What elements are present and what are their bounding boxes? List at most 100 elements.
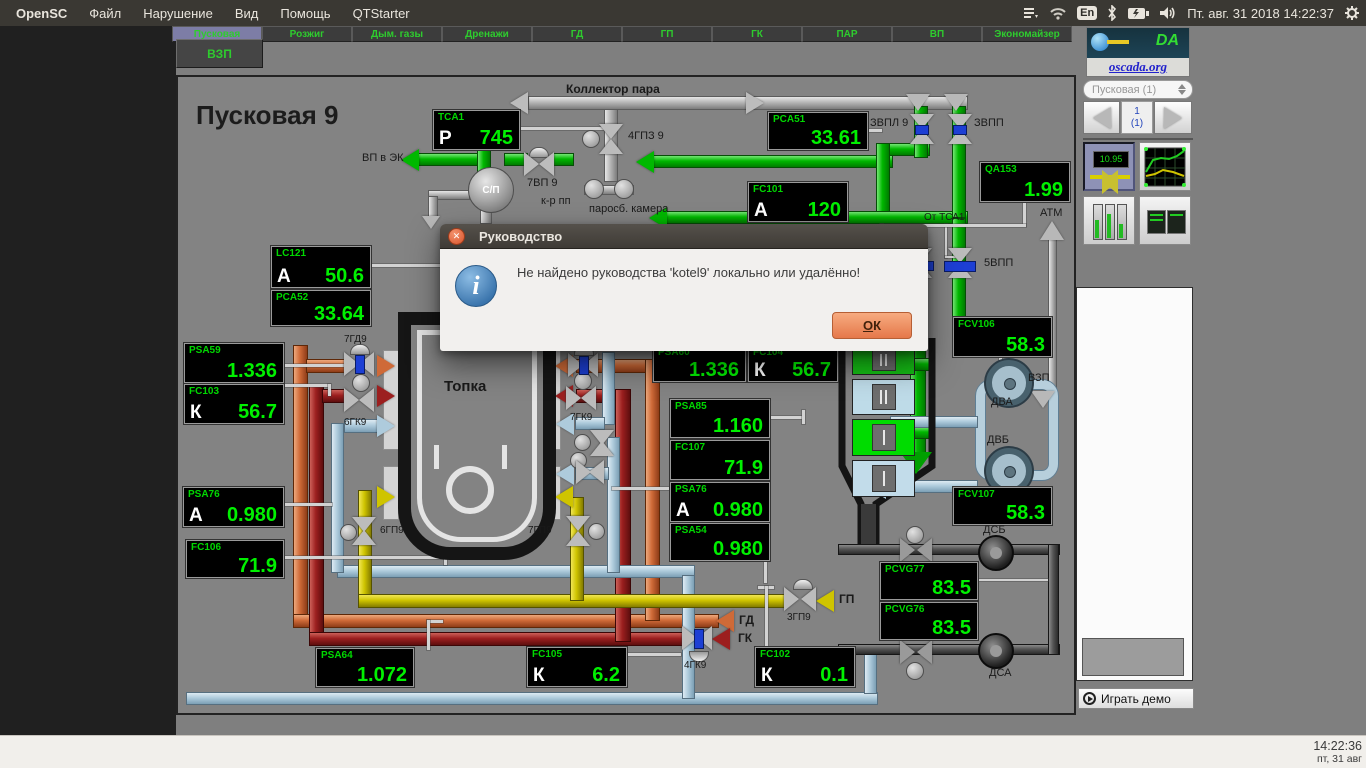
link-pcvg77 [978, 579, 1048, 581]
instrument-value: 71.9 [238, 556, 277, 576]
volume-icon[interactable] [1159, 6, 1177, 20]
paros-ball-1 [584, 179, 604, 199]
close-icon[interactable]: ✕ [448, 228, 465, 245]
tab-vzp[interactable]: ВЗП [176, 39, 263, 68]
instrument-psa59[interactable]: PSA59 1.336 [184, 343, 284, 383]
page-total: (1) [1131, 118, 1143, 130]
instrument-mode: А [189, 506, 203, 525]
instrument-psa54[interactable]: PSA54 0.980 [670, 523, 770, 561]
ok-button[interactable]: ОК [832, 312, 912, 339]
valve-6gk9-icon [344, 388, 374, 412]
instrument-tag: LC121 [276, 248, 306, 259]
instrument-value: 33.64 [314, 304, 364, 324]
instrument-fc102[interactable]: FC102 К0.1 [755, 647, 855, 687]
link-fc102 [765, 586, 768, 647]
valve-5vpp-label: 5ВПП [984, 257, 1013, 269]
instrument-fc103[interactable]: FC103 К56.7 [184, 384, 284, 424]
play-demo-button[interactable]: Играть демо [1078, 688, 1194, 709]
tab-gd[interactable]: ГД [532, 26, 622, 42]
scheme-selector[interactable]: Пусковая (1) [1083, 80, 1193, 99]
air-valve-icon [590, 430, 610, 456]
tab-rozzhig[interactable]: Розжиг [262, 26, 352, 42]
spin-up-icon[interactable] [1178, 84, 1186, 89]
tool-panels-button[interactable] [1139, 196, 1191, 245]
instrument-fc106[interactable]: FC106 71.9 [186, 540, 284, 578]
tab-ekonomayzer[interactable]: Экономайзер [982, 26, 1072, 42]
gauge-bar-icon [1093, 204, 1103, 240]
battery-icon[interactable] [1127, 7, 1149, 20]
valve-4gk9-label: 4ГК9 [684, 660, 706, 671]
wifi-icon[interactable] [1049, 6, 1067, 20]
taskbar-date: пт, 31 авг [1313, 753, 1362, 765]
spin-down-icon[interactable] [1178, 90, 1186, 95]
tab-vp[interactable]: ВП [892, 26, 982, 42]
pipe-gd [645, 359, 660, 621]
tab-par[interactable]: ПАР [802, 26, 892, 42]
instrument-psa64[interactable]: PSA64 1.072 [316, 648, 414, 687]
arrow-air-furnace-left [377, 415, 395, 437]
logo-da-text: DA [1156, 32, 1179, 50]
pipe-green [418, 153, 480, 166]
menu-help[interactable]: Помощь [280, 6, 330, 21]
keyboard-layout-indicator[interactable]: En [1077, 6, 1097, 20]
valve-7gk9-label: 7ГК9 [570, 412, 592, 423]
tab-dym-gazy[interactable]: Дым. газы [352, 26, 442, 42]
instrument-fcv106[interactable]: FCV106 58.3 [953, 317, 1052, 357]
instrument-fc101[interactable]: FC101 А120 [748, 182, 848, 222]
link-psa64 [427, 620, 430, 650]
instrument-value: 71.9 [724, 458, 763, 478]
instrument-value: 1.99 [1024, 180, 1063, 200]
instrument-value: 6.2 [592, 665, 620, 685]
instrument-pcvg76[interactable]: PCVG76 83.5 [880, 602, 978, 640]
tab-drenazhi[interactable]: Дренажи [442, 26, 532, 42]
instrument-value: 0.980 [227, 505, 277, 525]
furnace-tick [434, 445, 439, 469]
pipe-gray [428, 196, 438, 218]
prev-page-button[interactable] [1083, 101, 1120, 134]
instrument-mode: К [761, 666, 773, 685]
dialog-titlebar[interactable]: ✕ Руководство [440, 224, 928, 249]
taskbar-time: 14:22:36 [1313, 739, 1362, 753]
oscada-link[interactable]: oscada.org [1087, 58, 1189, 76]
tab-gp[interactable]: ГП [622, 26, 712, 42]
valve-5vpp-gate [944, 261, 976, 272]
dialog-body: i Не найдено руководства 'kotel9' локаль… [440, 249, 928, 351]
valve-4gk9-gate [694, 629, 704, 649]
instrument-fc105[interactable]: FC105 К6.2 [527, 647, 627, 687]
menu-file[interactable]: Файл [89, 6, 121, 21]
instrument-psa85[interactable]: PSA85 1.160 [670, 399, 770, 438]
taskbar-clock[interactable]: 14:22:36 пт, 31 авг [1313, 739, 1362, 765]
tab-gk[interactable]: ГК [712, 26, 802, 42]
instrument-psa76-mid[interactable]: PSA76 А0.980 [670, 482, 770, 522]
messages-menu-icon[interactable] [1023, 6, 1039, 20]
funnel-steam-left [906, 94, 930, 111]
info-icon: i [455, 265, 497, 307]
tool-bars-button[interactable] [1083, 196, 1135, 245]
menu-qtstarter[interactable]: QTStarter [353, 6, 410, 21]
instrument-qa153[interactable]: QA153 1.99 [980, 162, 1070, 202]
instrument-tca1[interactable]: TCA1 Р745 [433, 110, 520, 150]
instrument-value: 120 [808, 200, 841, 220]
instrument-fcv107[interactable]: FCV107 58.3 [953, 487, 1052, 525]
next-page-button[interactable] [1154, 101, 1192, 134]
instrument-pcvg77[interactable]: PCVG77 83.5 [880, 562, 978, 600]
instrument-mode: Р [439, 129, 452, 148]
instrument-lc121[interactable]: LC121 А50.6 [271, 246, 371, 288]
tool-mnemo-button[interactable]: 10.95 [1083, 142, 1135, 191]
instrument-fc107[interactable]: FC107 71.9 [670, 440, 770, 480]
gear-icon[interactable] [1344, 5, 1360, 21]
instrument-pca51[interactable]: PCA51 33.61 [768, 112, 868, 150]
menu-view[interactable]: Вид [235, 6, 259, 21]
pipe-gp [358, 490, 372, 602]
link-psa76m [612, 487, 670, 490]
exchanger-block-green [852, 419, 915, 456]
menu-violation[interactable]: Нарушение [143, 6, 213, 21]
instrument-psa76-left[interactable]: PSA76 А0.980 [183, 487, 284, 527]
menubar-clock[interactable]: Пт. авг. 31 2018 14:22:37 [1187, 6, 1334, 21]
instrument-pca52[interactable]: PCA52 33.64 [271, 290, 371, 326]
bluetooth-icon[interactable] [1107, 5, 1117, 21]
tool-trend-button[interactable] [1139, 142, 1191, 191]
funnel-vzp [1031, 391, 1055, 408]
instrument-tag: FC107 [675, 442, 705, 453]
instrument-tag: PSA64 [321, 650, 353, 661]
